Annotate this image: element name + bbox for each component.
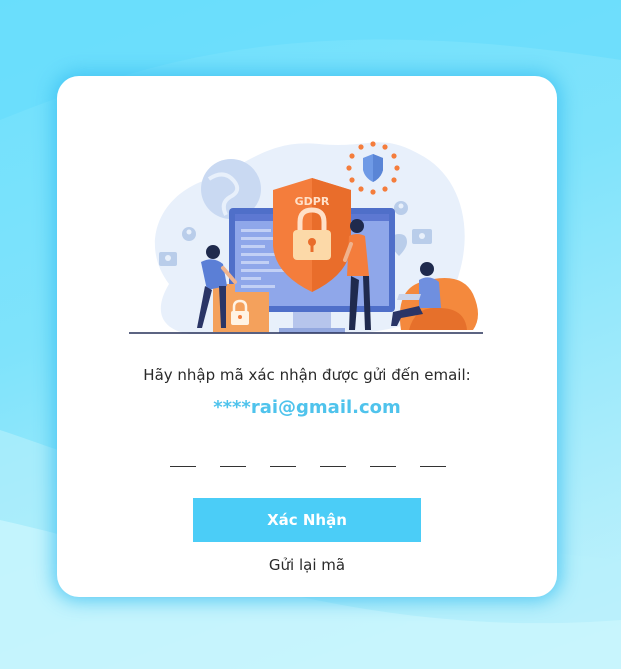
resend-code-link[interactable]: Gửi lại mã (57, 556, 557, 574)
otp-digit-4[interactable] (320, 444, 346, 467)
otp-digit-1[interactable] (170, 444, 196, 467)
masked-email: ****rai@gmail.com (213, 397, 401, 418)
otp-digit-3[interactable] (270, 444, 296, 467)
otp-digit-2[interactable] (220, 444, 246, 467)
gdpr-badge-text: GDPR (295, 195, 330, 208)
otp-digit-5[interactable] (370, 444, 396, 467)
otp-input-group (170, 444, 446, 468)
confirm-button[interactable]: Xác Nhận (193, 498, 421, 542)
user-bubble-icon (182, 227, 196, 241)
verification-card: GDPR Hãy nhập mã xác nhận được gửi đến e… (57, 76, 557, 597)
otp-digit-6[interactable] (420, 444, 446, 467)
security-illustration: GDPR (129, 141, 483, 334)
user-folder-icon (412, 229, 432, 244)
user-bubble-icon (394, 201, 408, 215)
user-folder-icon (159, 252, 177, 266)
verification-prompt: Hãy nhập mã xác nhận được gửi đến email: (143, 366, 471, 384)
